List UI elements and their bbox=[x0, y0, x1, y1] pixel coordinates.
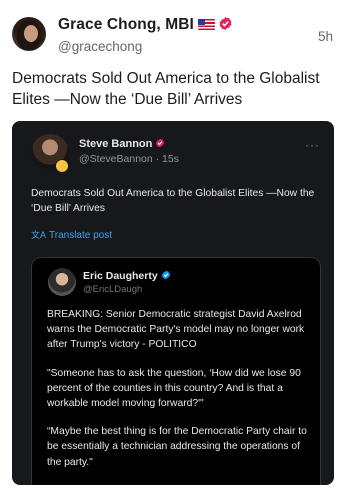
embedded-author-avatar bbox=[31, 134, 69, 173]
more-options-icon: ··· bbox=[305, 138, 320, 152]
quoted-post: Eric Daugherty @EricLDaugh BREAKING: Sen… bbox=[31, 257, 321, 485]
quoted-paragraph: “Maybe the best thing is for the Democra… bbox=[47, 426, 307, 468]
verified-badge-icon bbox=[219, 16, 232, 31]
post-header: Grace Chong, MBI @gracechong 5h bbox=[12, 12, 335, 56]
quoted-paragraph: "Someone has to ask the question, ‘How d… bbox=[47, 367, 301, 410]
verified-badge-icon bbox=[156, 138, 165, 148]
quoted-author-handle: @EricLDaugh bbox=[83, 284, 143, 295]
post-timestamp[interactable]: 5h bbox=[318, 29, 333, 44]
author-name-text[interactable]: Grace Chong, MBI bbox=[58, 16, 194, 33]
us-flag-icon bbox=[197, 19, 215, 30]
translate-post-link: 文A Translate post bbox=[31, 228, 112, 241]
quoted-author-name-text: Eric Daugherty bbox=[83, 270, 158, 282]
verified-badge-icon bbox=[161, 270, 170, 280]
embedded-post-text: Democrats Sold Out America to the Global… bbox=[31, 188, 315, 214]
author-avatar[interactable] bbox=[12, 17, 46, 51]
embedded-author-handle: @SteveBannon · 15s bbox=[79, 153, 179, 165]
quoted-paragraph: BREAKING: Senior Democratic strategist D… bbox=[47, 309, 305, 351]
embedded-author-name-text: Steve Bannon bbox=[79, 138, 153, 150]
quoted-post-body: BREAKING: Senior Democratic strategist D… bbox=[47, 307, 309, 483]
author-name[interactable]: Grace Chong, MBI bbox=[58, 16, 233, 34]
author-handle[interactable]: @gracechong bbox=[58, 39, 142, 54]
translate-icon: 文A bbox=[31, 230, 47, 240]
quoted-author-avatar bbox=[48, 268, 76, 296]
affiliate-badge-icon bbox=[55, 159, 69, 173]
post-text: Democrats Sold Out America to the Global… bbox=[12, 70, 320, 108]
embedded-author-name: Steve Bannon bbox=[79, 138, 165, 150]
embedded-post-screenshot[interactable]: Steve Bannon @SteveBannon · 15s ··· Demo… bbox=[12, 121, 334, 485]
translate-label: Translate post bbox=[49, 230, 113, 241]
quoted-author-name: Eric Daugherty bbox=[83, 270, 171, 282]
